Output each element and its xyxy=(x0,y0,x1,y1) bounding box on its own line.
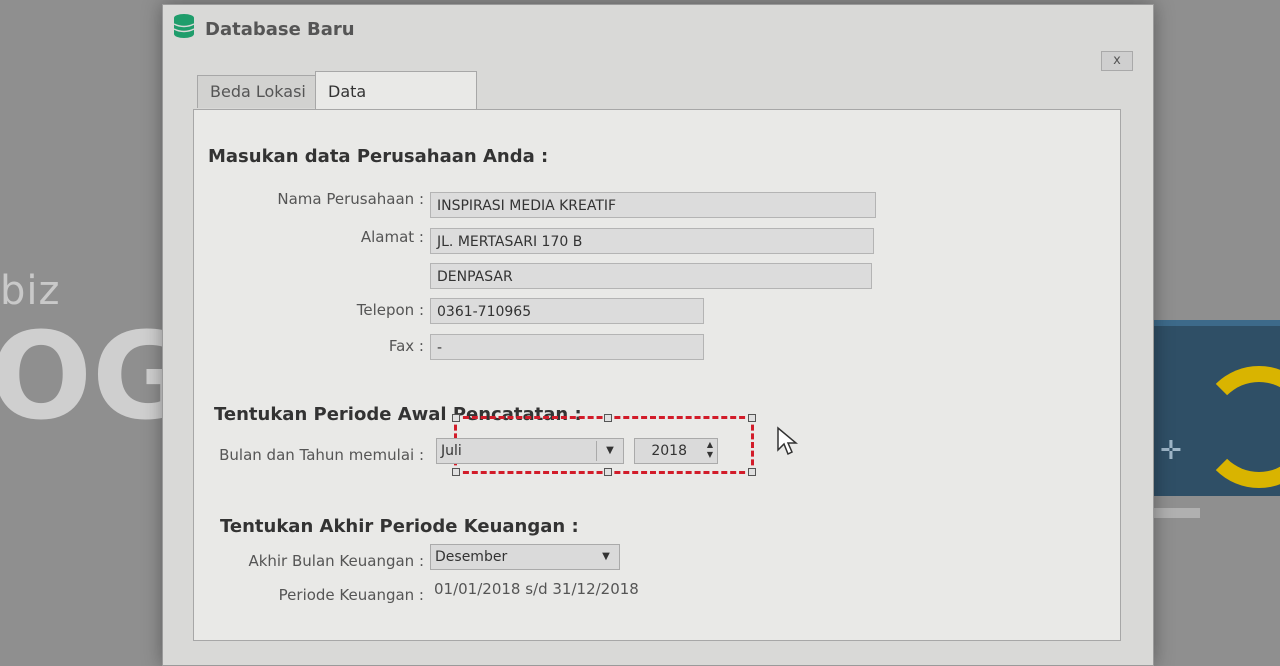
mouse-cursor-icon xyxy=(777,426,798,456)
window-title: Database Baru xyxy=(205,19,355,40)
background-logo-mark xyxy=(1198,366,1280,488)
start-month-value: Juli xyxy=(441,443,462,459)
start-year-spinner[interactable]: 2018 ▲ ▼ xyxy=(634,438,718,464)
chevron-down-icon[interactable]: ▼ xyxy=(597,545,615,569)
resize-handle[interactable] xyxy=(748,414,756,422)
end-month-label: Akhir Bulan Keuangan : xyxy=(248,552,424,570)
title-bar[interactable]: Database Baru xyxy=(163,5,1153,49)
phone-label: Telepon : xyxy=(356,301,424,319)
fiscal-period-label: Periode Keuangan : xyxy=(278,586,424,604)
company-name-field[interactable]: INSPIRASI MEDIA KREATIF xyxy=(430,192,876,218)
fiscal-period-value: 01/01/2018 s/d 31/12/2018 xyxy=(434,580,639,598)
fax-field[interactable]: - xyxy=(430,334,704,360)
start-month-select[interactable]: Juli ▼ xyxy=(436,438,624,464)
data-perusahaan-panel: Masukan data Perusahaan Anda : Nama Peru… xyxy=(193,109,1121,641)
tab-data-perusahaan[interactable]: Data Perusahaan xyxy=(315,71,477,141)
company-heading: Masukan data Perusahaan Anda : xyxy=(208,146,549,167)
phone-field[interactable]: 0361-710965 xyxy=(430,298,704,324)
spinner-arrows-icon[interactable]: ▲ ▼ xyxy=(707,440,713,460)
start-year-value: 2018 xyxy=(651,443,687,459)
address-line1-field[interactable]: JL. MERTASARI 170 B xyxy=(430,228,874,254)
crosshair-icon: ✛ xyxy=(1160,436,1182,466)
resize-handle[interactable] xyxy=(452,468,460,476)
resize-handle[interactable] xyxy=(452,414,460,422)
period-start-label: Bulan dan Tahun memulai : xyxy=(219,446,424,464)
tab-beda-lokasi[interactable]: Beda Lokasi xyxy=(197,75,319,108)
database-icon xyxy=(173,14,195,38)
end-month-select[interactable]: Desember ▼ xyxy=(430,544,620,570)
resize-handle[interactable] xyxy=(604,414,612,422)
resize-handle[interactable] xyxy=(604,468,612,476)
address-line2-field[interactable]: DENPASAR xyxy=(430,263,872,289)
database-baru-dialog: Database Baru x Beda Lokasi Data Perusah… xyxy=(162,4,1154,666)
divider xyxy=(596,441,597,461)
company-name-label: Nama Perusahaan : xyxy=(277,190,424,208)
end-month-value: Desember xyxy=(435,549,508,565)
resize-handle[interactable] xyxy=(748,468,756,476)
close-button[interactable]: x xyxy=(1101,51,1133,71)
address-label: Alamat : xyxy=(360,228,424,246)
fax-label: Fax : xyxy=(388,337,424,355)
period-end-heading: Tentukan Akhir Periode Keuangan : xyxy=(220,516,579,537)
chevron-down-icon[interactable]: ▼ xyxy=(601,439,619,463)
